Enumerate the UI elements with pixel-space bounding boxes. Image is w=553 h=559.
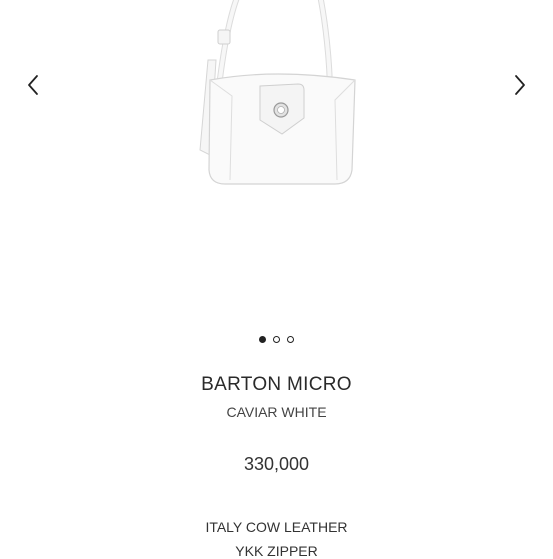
- carousel-pagination: [0, 336, 553, 343]
- product-image: [199, 0, 356, 185]
- spec-item: ITALY COW LEATHER: [205, 519, 348, 535]
- carousel-dot-1[interactable]: [259, 336, 266, 343]
- chevron-right-icon: [515, 75, 525, 95]
- spec-item: YKK ZIPPER: [235, 543, 318, 559]
- carousel-dot-3[interactable]: [287, 336, 294, 343]
- product-price: 330,000: [243, 454, 310, 474]
- chevron-left-icon: [28, 75, 38, 95]
- product-name: BARTON MICRO: [201, 374, 352, 395]
- product-color: CAVIAR WHITE: [226, 404, 327, 420]
- carousel-dot-2[interactable]: [273, 336, 280, 343]
- product-image-carousel[interactable]: [0, 0, 553, 330]
- carousel-next-button[interactable]: [508, 70, 532, 100]
- carousel-prev-button[interactable]: [21, 70, 45, 100]
